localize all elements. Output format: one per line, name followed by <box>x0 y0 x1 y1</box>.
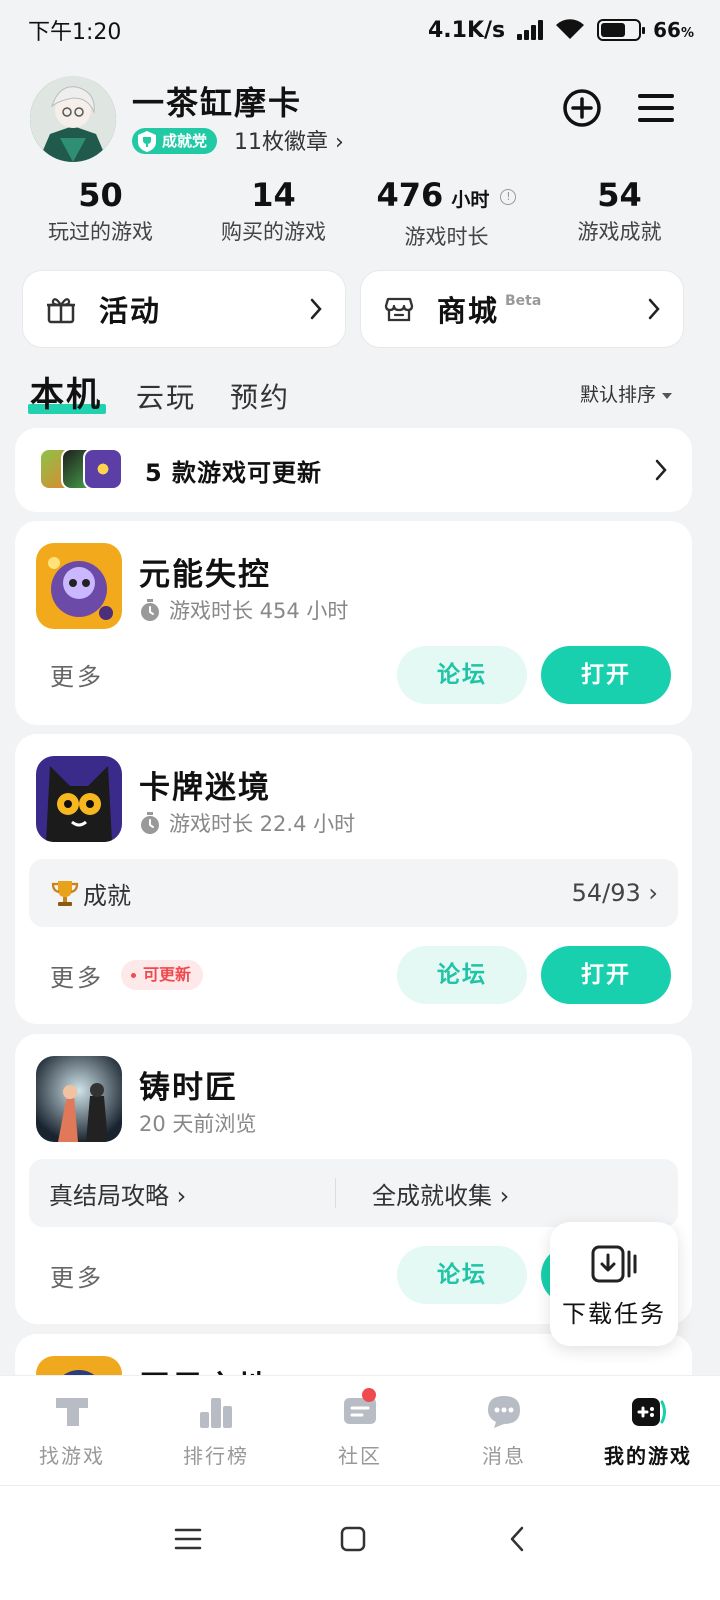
bottom-nav: 找游戏 排行榜 社区 消息 我的游戏 <box>0 1375 720 1485</box>
status-bar: 下午1:20 4.1K/s 66% <box>0 0 720 60</box>
signal-icon <box>517 20 544 40</box>
stat-played[interactable]: 50 玩过的游戏 <box>14 176 187 246</box>
chevron-right-icon <box>648 298 660 320</box>
updatable-badge: 可更新 <box>121 960 204 990</box>
game-card: 卡牌迷境 游戏时长 22.4 小时 成就 54/93 › 更多 可更新 论坛 打… <box>15 734 692 1024</box>
achievement-count: 54/93 › <box>571 879 658 907</box>
trophy-icon <box>138 131 156 152</box>
stat-achievements[interactable]: 54 游戏成就 <box>533 176 706 246</box>
message-icon <box>488 1396 520 1428</box>
network-speed: 4.1K/s <box>427 17 506 43</box>
tab-cloud[interactable]: 云玩 <box>136 376 196 416</box>
more-button[interactable]: 更多 <box>50 958 104 993</box>
back-icon[interactable] <box>503 1524 533 1554</box>
caret-down-icon <box>662 392 672 399</box>
updates-text: 5 款游戏可更新 <box>145 458 323 487</box>
game-icon[interactable] <box>36 543 122 629</box>
more-button[interactable]: 更多 <box>50 1258 104 1293</box>
chevron-right-icon <box>655 459 667 481</box>
playtime: 游戏时长 22.4 小时 <box>139 808 355 838</box>
updates-banner[interactable]: 5 款游戏可更新 <box>15 428 692 512</box>
stat-bought[interactable]: 14 购买的游戏 <box>187 176 360 246</box>
download-task-label: 下载任务 <box>562 1300 666 1328</box>
badges-link[interactable]: 11枚徽章 › <box>234 124 344 156</box>
nav-community[interactable]: 社区 <box>288 1376 432 1485</box>
stats-row: 50 玩过的游戏 14 购买的游戏 476 小时 ! 游戏时长 54 游戏成就 <box>14 176 706 249</box>
nav-ranking[interactable]: 排行榜 <box>144 1376 288 1485</box>
achievement-label: 成就 <box>83 881 131 910</box>
game-tabs: 本机 云玩 预约 <box>28 366 290 416</box>
forum-button[interactable]: 论坛 <box>397 1246 527 1304</box>
open-button[interactable]: 打开 <box>541 946 671 1004</box>
gift-icon <box>47 298 75 324</box>
guide-link[interactable]: 全成就收集 › <box>372 1176 509 1211</box>
game-icon[interactable] <box>36 1056 122 1142</box>
trophy-icon <box>51 881 79 906</box>
download-icon <box>591 1245 637 1283</box>
ranking-icon <box>200 1398 232 1428</box>
nav-find-games[interactable]: 找游戏 <box>0 1376 144 1485</box>
more-button[interactable]: 更多 <box>50 657 104 692</box>
system-nav-bar <box>0 1485 720 1600</box>
chevron-right-icon <box>310 298 322 320</box>
achievement-panel[interactable]: 成就 54/93 › <box>29 859 678 927</box>
tab-reserve[interactable]: 预约 <box>230 376 290 416</box>
battery-percent: 66% <box>653 18 694 42</box>
menu-icon[interactable] <box>634 86 678 130</box>
stopwatch-icon <box>141 599 159 621</box>
stopwatch-icon <box>141 812 159 834</box>
username: 一茶缸摩卡 <box>132 84 303 122</box>
wifi-icon <box>556 19 585 39</box>
activity-entry[interactable]: 活动 <box>22 270 346 348</box>
battery-icon <box>597 19 646 41</box>
guide-panel: 真结局攻略 › 全成就收集 › <box>29 1159 678 1227</box>
recent-apps-icon[interactable] <box>173 1524 203 1554</box>
game-title: 铸时匠 <box>139 1070 238 1106</box>
forum-button[interactable]: 论坛 <box>397 646 527 704</box>
stat-playtime[interactable]: 476 小时 ! 游戏时长 <box>360 176 533 249</box>
guide-link[interactable]: 真结局攻略 › <box>49 1176 186 1211</box>
game-title: 卡牌迷境 <box>139 770 271 806</box>
home-icon[interactable] <box>338 1524 368 1554</box>
game-card: 元能失控 游戏时长 454 小时 更多 论坛 打开 <box>15 521 692 725</box>
game-title: 元能失控 <box>139 557 271 593</box>
find-games-icon <box>56 1398 88 1426</box>
gamepad-icon <box>632 1398 666 1426</box>
nav-my-games[interactable]: 我的游戏 <box>576 1376 720 1485</box>
browse-time: 20 天前浏览 <box>139 1112 257 1136</box>
title-badge[interactable]: 成就党 <box>132 128 218 154</box>
open-button[interactable]: 打开 <box>541 646 671 704</box>
avatar[interactable] <box>30 76 116 162</box>
status-time: 下午1:20 <box>28 20 122 45</box>
game-icon[interactable] <box>36 756 122 842</box>
add-icon[interactable] <box>560 86 604 130</box>
info-icon[interactable]: ! <box>500 189 517 205</box>
profile-header: 一茶缸摩卡 成就党 11枚徽章 › <box>30 76 690 166</box>
update-icons-stack <box>39 448 135 492</box>
mall-entry[interactable]: 商城 Beta <box>360 270 684 348</box>
nav-messages[interactable]: 消息 <box>432 1376 576 1485</box>
notification-dot <box>362 1388 376 1402</box>
beta-tag: Beta <box>505 293 542 309</box>
forum-button[interactable]: 论坛 <box>397 946 527 1004</box>
sort-dropdown[interactable]: 默认排序 <box>580 380 672 407</box>
tab-local[interactable]: 本机 <box>28 367 106 416</box>
activity-label: 活动 <box>99 294 162 328</box>
playtime: 游戏时长 454 小时 <box>139 595 348 625</box>
download-task-button[interactable]: 下载任务 <box>550 1222 678 1346</box>
mall-label: 商城 <box>437 294 500 328</box>
store-icon <box>384 297 414 322</box>
